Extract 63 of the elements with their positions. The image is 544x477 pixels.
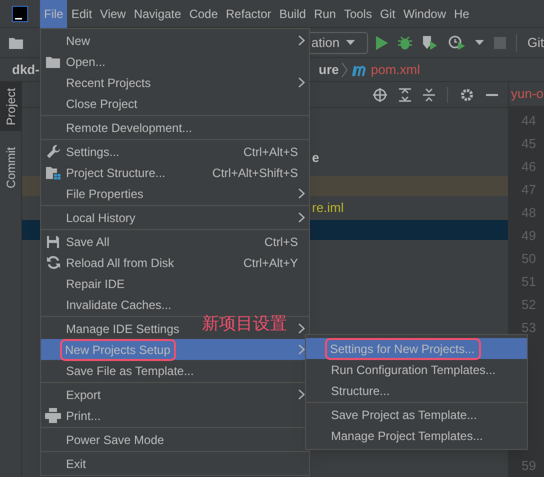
breadcrumb-item[interactable]: dkd- [0, 60, 40, 80]
tool-window-tab[interactable]: Project [0, 82, 22, 132]
folder-icon [45, 54, 61, 68]
menu-item[interactable]: Remote Development... [41, 117, 194, 138]
menu-bar-item[interactable]: View [96, 0, 130, 28]
menu-item[interactable]: Manage Project Templates... [306, 425, 484, 446]
menu-item[interactable]: Manage IDE Settings [41, 318, 180, 339]
menu-item[interactable]: Local History [41, 207, 136, 228]
menu-item[interactable]: Repair IDE [41, 273, 126, 294]
annotation-text: 新项目设置 [202, 313, 287, 335]
menu-bar-item[interactable]: Run [310, 0, 340, 28]
menu-bar-item[interactable]: He [450, 0, 474, 28]
vcs-label[interactable]: Git [527, 32, 544, 52]
folder-icon [8, 36, 24, 50]
wrench-icon [46, 144, 60, 159]
menu-bar-item[interactable]: Build [275, 0, 310, 28]
caret-icon [346, 40, 355, 45]
menu-item[interactable]: Project Structure... Ctrl+Alt+Shift+S [41, 162, 309, 183]
collapse-all-icon[interactable] [423, 88, 435, 102]
tree-item[interactable]: re.iml [312, 198, 344, 218]
menu-item[interactable]: Reload All from Disk Ctrl+Alt+Y [41, 252, 309, 273]
menu-bar-item[interactable]: Tools [340, 0, 376, 28]
menu-item[interactable]: Run Configuration Templates... [306, 359, 497, 380]
menu-item[interactable]: New [41, 30, 92, 51]
separator-chevron-icon [340, 62, 349, 78]
menu-item[interactable]: Print... [41, 405, 102, 426]
menu-item[interactable]: Settings... Ctrl+Alt+S [41, 141, 309, 162]
menu-bar-item[interactable]: Git [376, 0, 400, 28]
menu-item[interactable]: Close Project [41, 93, 138, 114]
bug-icon[interactable] [398, 36, 412, 50]
locate-icon[interactable] [373, 88, 387, 102]
menu-item[interactable]: File Properties [41, 183, 144, 204]
menu-item[interactable]: Structure... [306, 380, 391, 401]
tree-item[interactable]: e [312, 148, 320, 168]
save-icon [46, 234, 60, 248]
coverage-icon[interactable] [422, 35, 438, 50]
menu-item[interactable]: Exit [41, 453, 88, 474]
menu-item[interactable]: Power Save Mode [41, 429, 166, 450]
menu-item[interactable]: Save Project as Template... [306, 404, 478, 425]
project-structure-icon [45, 166, 61, 180]
menu-item[interactable]: Save All Ctrl+S [41, 231, 309, 252]
menu-item[interactable]: Export [41, 384, 102, 405]
menu-item[interactable]: Save File as Template... [41, 360, 195, 381]
caret-icon[interactable] [475, 40, 484, 45]
expand-all-icon[interactable] [399, 88, 411, 102]
run-icon[interactable] [376, 36, 388, 50]
profiler-icon[interactable] [448, 35, 466, 50]
breadcrumb-item[interactable]: ure [318, 60, 339, 80]
menu-item[interactable]: Recent Projects [41, 72, 152, 93]
menu-bar-item[interactable]: Edit [67, 0, 96, 28]
maven-icon [350, 64, 367, 76]
menu-bar-item[interactable]: Refactor [222, 0, 276, 28]
minimize-icon[interactable] [486, 94, 498, 96]
menu-bar-item[interactable]: Navigate [130, 0, 186, 28]
menu-item[interactable]: Open... [41, 51, 106, 72]
printer-icon [45, 408, 61, 423]
settings-icon[interactable] [460, 88, 474, 102]
menu-item[interactable]: Invalidate Caches... [41, 294, 172, 315]
app-logo-icon [12, 6, 28, 22]
menu-bar-item[interactable]: Code [185, 0, 222, 28]
reload-icon [46, 255, 60, 270]
menu-bar-item[interactable]: Window [399, 0, 450, 28]
tool-window-tab[interactable]: Commit [0, 141, 22, 195]
